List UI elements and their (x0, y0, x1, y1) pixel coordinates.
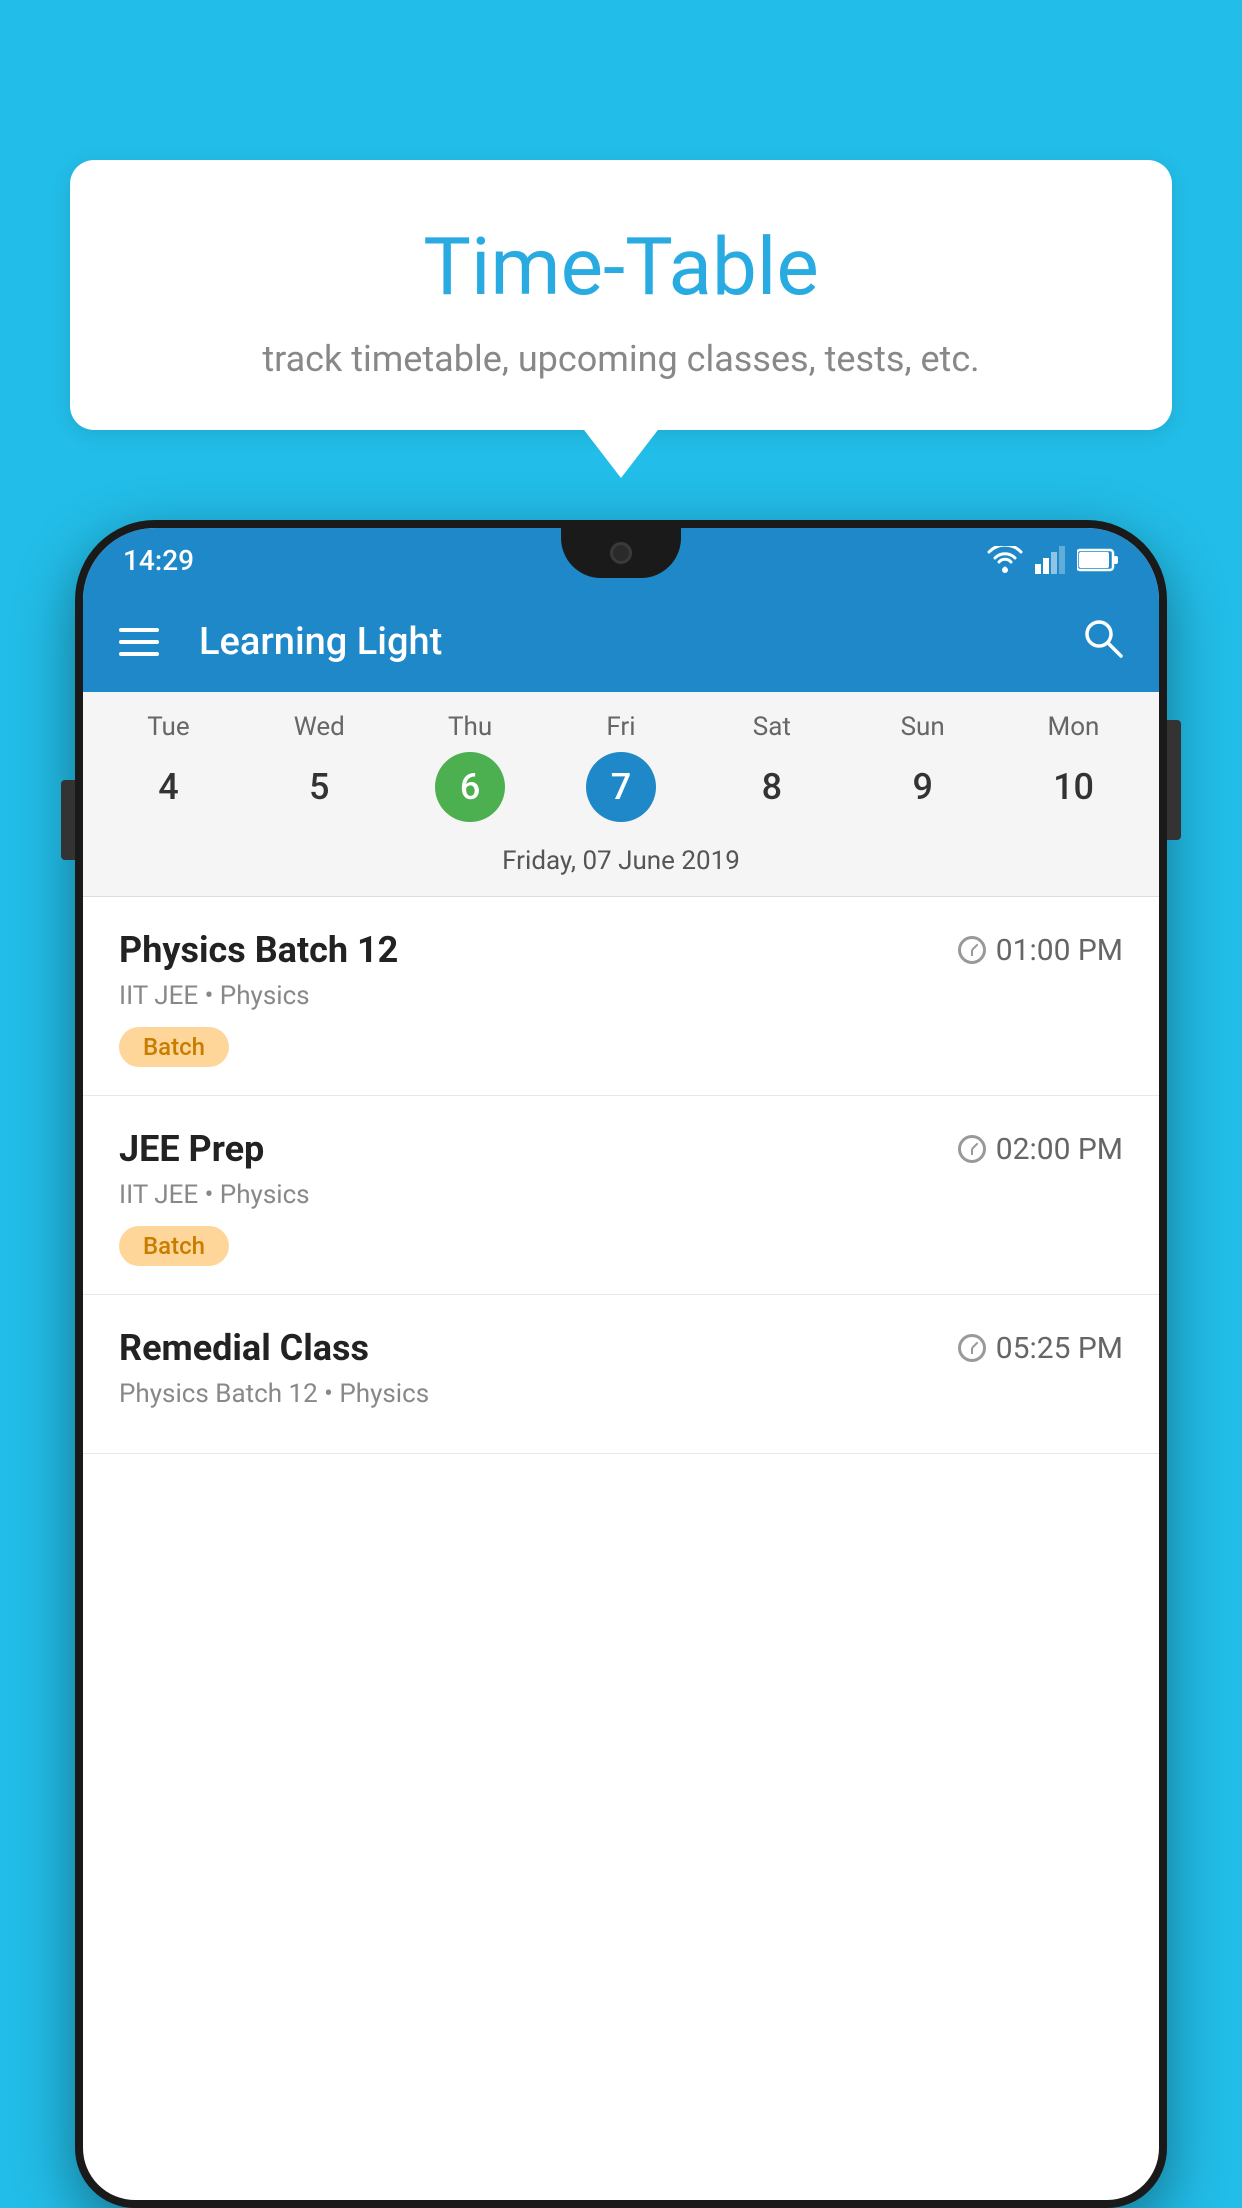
app-title: Learning Light (199, 620, 1041, 664)
schedule-item-1-title: Physics Batch 12 (119, 929, 398, 971)
schedule-item-2-header: JEE Prep 02:00 PM (119, 1128, 1123, 1170)
day-4[interactable]: 4 (93, 752, 244, 822)
status-icons (987, 546, 1119, 574)
day-name-mon: Mon (998, 712, 1149, 742)
clock-icon-2 (958, 1135, 986, 1163)
schedule-item-1-header: Physics Batch 12 01:00 PM (119, 929, 1123, 971)
schedule-list: Physics Batch 12 01:00 PM IIT JEE • Phys… (83, 897, 1159, 1454)
schedule-item-1[interactable]: Physics Batch 12 01:00 PM IIT JEE • Phys… (83, 897, 1159, 1096)
schedule-item-2-sub: IIT JEE • Physics (119, 1180, 1123, 1210)
phone-inner: 14:29 (83, 528, 1159, 2200)
day-7-selected[interactable]: 7 (586, 752, 656, 822)
notch (561, 528, 681, 578)
battery-icon (1077, 548, 1119, 572)
batch-badge-2: Batch (119, 1226, 229, 1266)
wifi-icon (987, 546, 1023, 574)
clock-icon-1 (958, 936, 986, 964)
signal-icon (1035, 546, 1065, 574)
day-6-today[interactable]: 6 (435, 752, 505, 822)
schedule-item-3-header: Remedial Class 05:25 PM (119, 1327, 1123, 1369)
schedule-item-3-time: 05:25 PM (958, 1331, 1123, 1366)
schedule-item-3-sub: Physics Batch 12 • Physics (119, 1379, 1123, 1409)
day-names-row: Tue Wed Thu Fri Sat Sun Mon (83, 712, 1159, 742)
day-10[interactable]: 10 (998, 752, 1149, 822)
phone-shell: 14:29 (75, 520, 1167, 2208)
day-8[interactable]: 8 (696, 752, 847, 822)
schedule-item-3-title: Remedial Class (119, 1327, 369, 1369)
clock-icon-3 (958, 1334, 986, 1362)
day-5[interactable]: 5 (244, 752, 395, 822)
schedule-item-2-title: JEE Prep (119, 1128, 264, 1170)
day-name-wed: Wed (244, 712, 395, 742)
day-name-sun: Sun (847, 712, 998, 742)
day-name-sat: Sat (696, 712, 847, 742)
batch-badge-1: Batch (119, 1027, 229, 1067)
day-name-tue: Tue (93, 712, 244, 742)
day-name-fri: Fri (546, 712, 697, 742)
schedule-item-2-time: 02:00 PM (958, 1132, 1123, 1167)
camera-dot (610, 542, 632, 564)
app-bar: Learning Light (83, 592, 1159, 692)
tooltip-subtitle: track timetable, upcoming classes, tests… (120, 338, 1122, 380)
schedule-item-2[interactable]: JEE Prep 02:00 PM IIT JEE • Physics Batc… (83, 1096, 1159, 1295)
status-bar: 14:29 (83, 528, 1159, 592)
calendar-week: Tue Wed Thu Fri Sat Sun Mon 4 5 6 7 8 9 … (83, 692, 1159, 896)
status-time: 14:29 (123, 544, 194, 577)
day-numbers-row: 4 5 6 7 8 9 10 (83, 752, 1159, 838)
search-button[interactable] (1081, 616, 1123, 668)
day-9[interactable]: 9 (847, 752, 998, 822)
tooltip-card: Time-Table track timetable, upcoming cla… (70, 160, 1172, 430)
calendar-date-label: Friday, 07 June 2019 (83, 838, 1159, 896)
tooltip-title: Time-Table (120, 220, 1122, 314)
hamburger-menu-icon[interactable] (119, 628, 159, 656)
day-name-thu: Thu (395, 712, 546, 742)
schedule-item-1-time: 01:00 PM (958, 933, 1123, 968)
schedule-item-3[interactable]: Remedial Class 05:25 PM Physics Batch 12… (83, 1295, 1159, 1454)
schedule-item-1-sub: IIT JEE • Physics (119, 981, 1123, 1011)
